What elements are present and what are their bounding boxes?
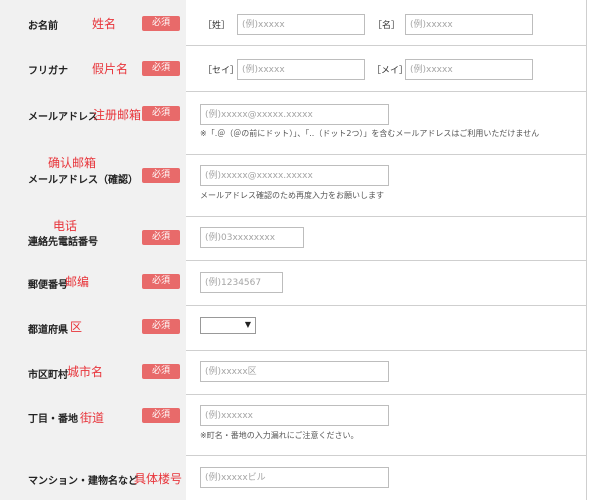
prefecture-select[interactable]: ▼ — [200, 317, 256, 334]
email-confirm-input[interactable] — [200, 165, 389, 186]
street-label: 丁目・番地 — [28, 414, 78, 425]
street-note: ※町名・番地の入力漏れにご注意ください。 — [200, 431, 359, 440]
name-label: お名前 — [28, 21, 58, 32]
required-badge: 必須 — [142, 106, 180, 121]
required-badge: 必須 — [142, 408, 180, 423]
furigana-annotation: 假片名 — [92, 62, 129, 76]
last-name-kana-input[interactable] — [237, 59, 365, 80]
registration-form: お名前 姓名 必須 ［姓］ ［名］ フリガナ 假片名 必須 ［セイ］ ［メイ］ … — [0, 0, 587, 500]
row-street: 丁目・番地 街道 必須 ※町名・番地の入力漏れにご注意ください。 — [0, 394, 586, 456]
required-badge: 必須 — [142, 274, 180, 289]
phone-annotation: 电话 — [53, 219, 78, 233]
street-annotation: 街道 — [80, 411, 105, 425]
building-input[interactable] — [200, 467, 389, 488]
postal-code-annotation: 邮编 — [65, 275, 90, 289]
email-confirm-annotation: 确认邮箱 — [48, 156, 97, 170]
prefecture-label: 都道府県 — [28, 325, 68, 336]
furigana-label: フリガナ — [28, 66, 68, 77]
city-input[interactable] — [200, 361, 389, 382]
first-name-kana-input[interactable] — [405, 59, 533, 80]
building-annotation: 具体楼号 — [134, 472, 183, 486]
row-name: お名前 姓名 必須 ［姓］ ［名］ — [0, 0, 586, 46]
email-annotation: 注册邮箱 — [93, 108, 142, 122]
email-confirm-note: メールアドレス確認のため再度入力をお願いします — [200, 191, 384, 200]
row-phone: 电话 連絡先電話番号 必須 — [0, 216, 586, 261]
dropdown-arrow-icon: ▼ — [244, 320, 251, 329]
row-email-confirm: 确认邮箱 メールアドレス（確認） 必須 メールアドレス確認のため再度入力をお願い… — [0, 154, 586, 217]
city-annotation: 城市名 — [67, 365, 104, 379]
row-furigana: フリガナ 假片名 必須 ［セイ］ ［メイ］ — [0, 45, 586, 92]
last-name-bracket: ［姓］ — [203, 21, 231, 31]
first-name-kana-bracket: ［メイ］ — [372, 66, 409, 76]
phone-label: 連絡先電話番号 — [28, 237, 98, 248]
row-prefecture: 都道府県 区 必須 ▼ — [0, 305, 586, 351]
last-name-input[interactable] — [237, 14, 365, 35]
row-building: マンション・建物名など 具体楼号 — [0, 455, 586, 500]
last-name-kana-bracket: ［セイ］ — [203, 66, 240, 76]
first-name-bracket: ［名］ — [373, 21, 401, 31]
postal-code-input[interactable] — [200, 272, 283, 293]
row-email: メールアドレス 注册邮箱 必須 ※「.＠（＠の前にドット）」、「..（ドット2つ… — [0, 91, 586, 155]
row-city: 市区町村 城市名 必須 — [0, 350, 586, 395]
prefecture-annotation: 区 — [70, 320, 83, 334]
postal-code-label: 郵便番号 — [28, 280, 68, 291]
row-postal-code: 郵便番号 邮编 必須 — [0, 260, 586, 306]
required-badge: 必須 — [142, 61, 180, 76]
required-badge: 必須 — [142, 319, 180, 334]
required-badge: 必須 — [142, 168, 180, 183]
email-note: ※「.＠（＠の前にドット）」、「..（ドット2つ）」を含むメールアドレスはご利用… — [200, 129, 540, 138]
email-label: メールアドレス — [28, 112, 98, 123]
building-label: マンション・建物名など — [28, 476, 138, 487]
phone-input[interactable] — [200, 227, 304, 248]
first-name-input[interactable] — [405, 14, 533, 35]
email-input[interactable] — [200, 104, 389, 125]
city-label: 市区町村 — [28, 370, 68, 381]
required-badge: 必須 — [142, 364, 180, 379]
name-annotation: 姓名 — [92, 17, 117, 31]
required-badge: 必須 — [142, 16, 180, 31]
required-badge: 必須 — [142, 230, 180, 245]
street-input[interactable] — [200, 405, 389, 426]
email-confirm-label: メールアドレス（確認） — [28, 175, 138, 186]
